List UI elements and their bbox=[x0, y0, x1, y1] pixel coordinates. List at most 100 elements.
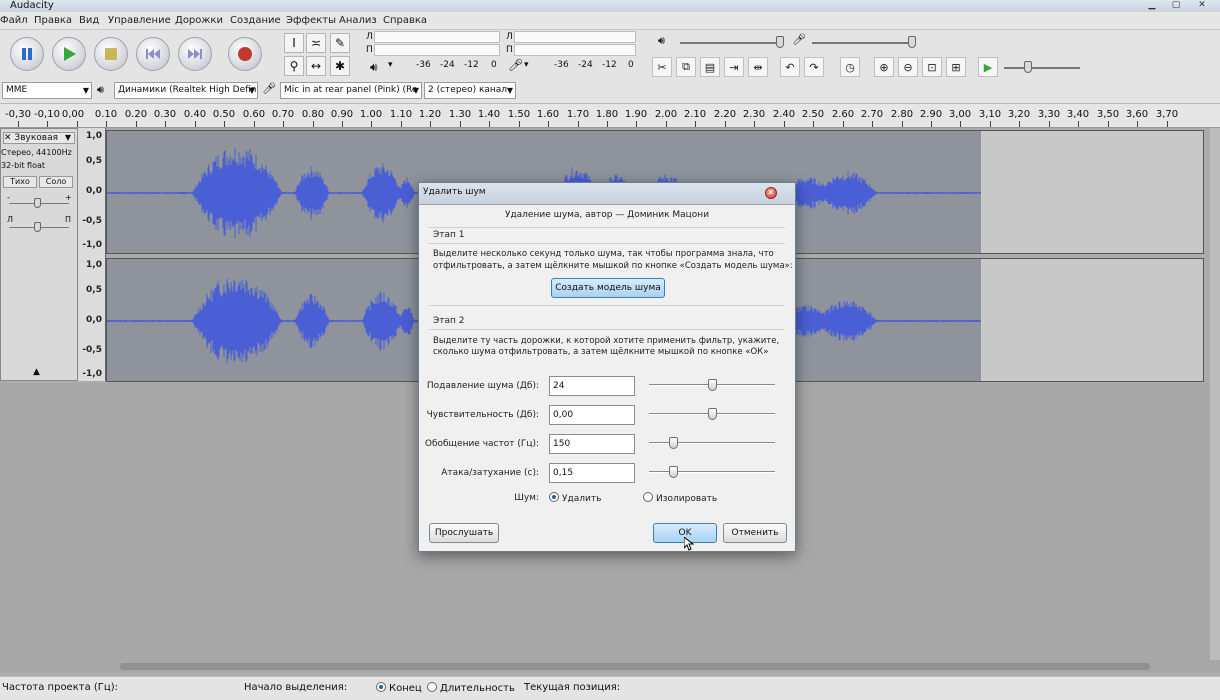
output-device-select[interactable]: Динамики (Realtek High Defin ▼ bbox=[114, 82, 258, 99]
minimize-icon[interactable]: ▁ bbox=[1146, 0, 1158, 10]
rec-meter-right[interactable] bbox=[514, 44, 636, 56]
frequency-smoothing-thumb[interactable] bbox=[669, 437, 678, 449]
rec-meter-right-label: П bbox=[506, 45, 513, 55]
end-radio[interactable]: Конец bbox=[376, 682, 422, 694]
track-name-menu[interactable]: ✕ Звуковая ▼ bbox=[3, 132, 75, 144]
silence-icon[interactable]: ⇹ bbox=[748, 57, 768, 77]
output-volume-thumb[interactable] bbox=[776, 36, 784, 48]
fit-project-icon[interactable]: ⊞ bbox=[946, 57, 966, 77]
play-meter-left[interactable] bbox=[374, 31, 500, 43]
input-device-select[interactable]: Mic in at rear panel (Pink) (Re ▼ bbox=[280, 82, 422, 99]
cancel-button[interactable]: Отменить bbox=[723, 523, 787, 543]
noise-reduction-slider[interactable] bbox=[649, 379, 775, 391]
redo-icon[interactable]: ↷ bbox=[804, 57, 824, 77]
ruler-tick-mark bbox=[990, 121, 991, 127]
menu-view[interactable]: Вид bbox=[79, 12, 99, 30]
menu-file[interactable]: Файл bbox=[0, 12, 28, 30]
play-meter-dropdown-icon[interactable]: ▾ bbox=[388, 60, 393, 70]
close-icon[interactable]: ✕ bbox=[1196, 0, 1208, 10]
input-channels-value: 2 (стерео) канал bbox=[428, 85, 508, 95]
timeline-ruler[interactable]: -0,30 -0,10 0,00 0.10 0.20 0.30 0.40 0.50 0.60 0.… bbox=[0, 104, 1220, 128]
play-speed-thumb[interactable] bbox=[1024, 61, 1032, 73]
menu-transport[interactable]: Управление bbox=[108, 12, 171, 30]
menu-edit[interactable]: Правка bbox=[34, 12, 72, 30]
frequency-smoothing-slider[interactable] bbox=[649, 437, 775, 449]
radio-icon bbox=[643, 492, 653, 502]
fit-selection-icon[interactable]: ⊡ bbox=[922, 57, 942, 77]
menu-analyze[interactable]: Анализ bbox=[339, 12, 377, 30]
trim-icon[interactable]: ⇥ bbox=[724, 57, 744, 77]
input-device-value: Mic in at rear panel (Pink) (Re bbox=[284, 85, 418, 95]
close-icon[interactable]: ✕ bbox=[765, 187, 777, 199]
preview-button[interactable]: Прослушать bbox=[429, 523, 499, 543]
ruler-tick-mark bbox=[313, 121, 314, 127]
gain-thumb[interactable] bbox=[34, 198, 41, 208]
zoom-tool-icon[interactable]: ⚲ bbox=[284, 56, 304, 76]
menu-tracks[interactable]: Дорожки bbox=[175, 12, 223, 30]
sensitivity-thumb[interactable] bbox=[708, 408, 717, 420]
zoom-in-icon[interactable]: ⊕ bbox=[874, 57, 894, 77]
divider bbox=[429, 329, 785, 330]
end-option-label: Конец bbox=[389, 683, 422, 694]
cut-icon[interactable]: ✂ bbox=[652, 57, 672, 77]
noise-isolate-radio[interactable]: Изолировать bbox=[643, 492, 717, 504]
rec-meter-left[interactable] bbox=[514, 31, 636, 43]
pause-button[interactable] bbox=[10, 37, 44, 71]
play-speed-slider[interactable] bbox=[1004, 67, 1080, 69]
noise-reduction-thumb[interactable] bbox=[708, 379, 717, 391]
noise-reduction-input[interactable]: 24 bbox=[549, 376, 635, 396]
rec-meter-dropdown-icon[interactable]: ▾ bbox=[524, 60, 529, 70]
record-button[interactable] bbox=[228, 37, 262, 71]
create-noise-profile-button[interactable]: Создать модель шума bbox=[551, 278, 665, 298]
mute-button[interactable]: Тихо bbox=[3, 176, 37, 188]
zoom-out-icon[interactable]: ⊖ bbox=[898, 57, 918, 77]
frequency-smoothing-label: Обобщение частот (Гц): bbox=[424, 439, 539, 449]
menu-effect[interactable]: Эффекты bbox=[286, 12, 336, 30]
skip-end-button[interactable] bbox=[178, 37, 212, 71]
play-button[interactable] bbox=[52, 37, 86, 71]
menu-help[interactable]: Справка bbox=[383, 12, 427, 30]
ruler-tick-mark bbox=[784, 121, 785, 127]
collapse-track-icon[interactable]: ▲ bbox=[33, 367, 40, 377]
play-at-speed-icon[interactable]: ▶ bbox=[978, 57, 998, 77]
host-select[interactable]: MME ▼ bbox=[2, 82, 92, 99]
dialog-title-bar[interactable]: Удалить шум ✕ bbox=[419, 183, 795, 205]
sensitivity-input[interactable]: 0,00 bbox=[549, 405, 635, 425]
noise-remove-radio[interactable]: Удалить bbox=[549, 492, 601, 504]
sensitivity-slider[interactable] bbox=[649, 408, 775, 420]
output-volume-slider[interactable] bbox=[680, 42, 784, 44]
audio-position-label: Текущая позиция: bbox=[524, 682, 621, 693]
envelope-tool-icon[interactable]: ≍ bbox=[306, 33, 326, 53]
skip-start-button[interactable] bbox=[136, 37, 170, 71]
maximize-icon[interactable]: ▢ bbox=[1170, 0, 1182, 10]
sync-lock-icon[interactable]: ◷ bbox=[840, 57, 860, 77]
timeshift-tool-icon[interactable]: ↔ bbox=[306, 56, 326, 76]
length-radio[interactable]: Длительность bbox=[427, 682, 515, 694]
stop-button[interactable] bbox=[94, 37, 128, 71]
vertical-scrollbar[interactable] bbox=[1210, 128, 1220, 663]
close-track-icon[interactable]: ✕ bbox=[4, 133, 12, 143]
undo-icon[interactable]: ↶ bbox=[780, 57, 800, 77]
frequency-smoothing-input[interactable]: 150 bbox=[549, 434, 635, 454]
horizontal-scrollbar[interactable] bbox=[120, 663, 1150, 670]
menu-generate[interactable]: Создание bbox=[230, 12, 281, 30]
radio-selected-icon bbox=[549, 492, 559, 502]
copy-icon[interactable]: ⧉ bbox=[676, 57, 696, 77]
attack-decay-thumb[interactable] bbox=[669, 466, 678, 478]
ruler-tick-mark bbox=[1078, 121, 1079, 127]
paste-icon[interactable]: ▤ bbox=[700, 57, 720, 77]
play-meter-right[interactable] bbox=[374, 44, 500, 56]
attack-decay-input[interactable]: 0,15 bbox=[549, 463, 635, 483]
solo-button[interactable]: Соло bbox=[39, 176, 73, 188]
selection-tool-icon[interactable]: I bbox=[284, 33, 304, 53]
input-volume-thumb[interactable] bbox=[908, 36, 916, 48]
ruler-tick-label: 2.00 bbox=[654, 109, 678, 120]
draw-tool-icon[interactable]: ✎ bbox=[330, 33, 350, 53]
ruler-tick-label: 0,00 bbox=[61, 109, 85, 120]
attack-decay-label: Атака/затухание (с): bbox=[441, 468, 539, 478]
input-volume-slider[interactable] bbox=[812, 42, 916, 44]
pan-thumb[interactable] bbox=[34, 222, 41, 232]
multi-tool-icon[interactable]: ✱ bbox=[330, 56, 350, 76]
input-channels-select[interactable]: 2 (стерео) канал ▼ bbox=[424, 82, 516, 99]
attack-decay-slider[interactable] bbox=[649, 466, 775, 478]
